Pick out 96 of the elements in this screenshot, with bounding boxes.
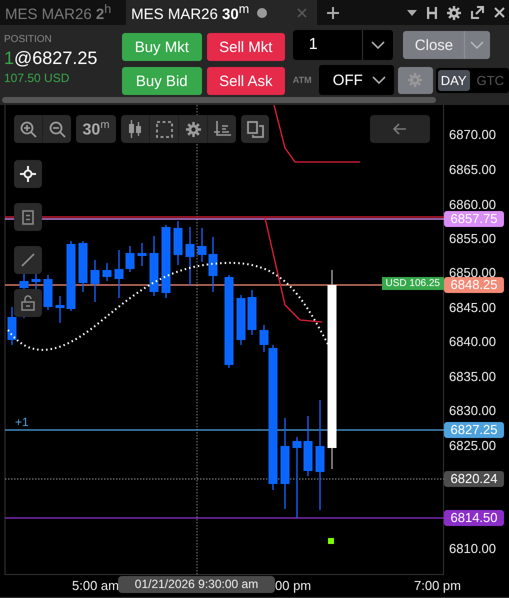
arrow-left-icon bbox=[393, 123, 407, 135]
zoom-in-button[interactable] bbox=[14, 115, 42, 143]
time-axis-label: 5:00 am bbox=[72, 578, 119, 593]
h-icon[interactable] bbox=[427, 6, 437, 18]
crosshair-icon bbox=[20, 166, 36, 182]
order-button[interactable]: Buy Mkt bbox=[122, 33, 202, 61]
candlestick bbox=[32, 273, 40, 290]
close-icon[interactable] bbox=[494, 7, 505, 18]
price-axis-label: 6870.00 bbox=[449, 127, 496, 143]
crosshair-time-tooltip: 01/21/2026 9:30:00 am bbox=[118, 576, 275, 593]
time-axis-label: 7:00 pm bbox=[414, 578, 461, 593]
chevron-down-icon bbox=[372, 76, 386, 84]
candlestick bbox=[208, 237, 218, 292]
candlestick bbox=[8, 307, 16, 345]
candlestick bbox=[90, 260, 100, 302]
price-axis-label: 6840.00 bbox=[449, 334, 496, 350]
chevron-down-icon bbox=[370, 41, 385, 49]
price-tag: 6857.75 bbox=[444, 211, 504, 227]
scrollbar[interactable] bbox=[2, 97, 436, 103]
price-axis-label: 6830.00 bbox=[449, 403, 496, 419]
zoom-out-button[interactable] bbox=[43, 115, 71, 143]
price-tag: 6827.25 bbox=[444, 422, 504, 438]
candlestick bbox=[78, 241, 88, 292]
candlestick bbox=[66, 241, 76, 311]
price-axis-label: 6850.00 bbox=[449, 265, 496, 280]
chevron-down-icon bbox=[470, 41, 484, 49]
zoom-in-icon bbox=[20, 120, 36, 138]
candlestick bbox=[138, 243, 146, 266]
chart-tab[interactable]: MES MAR26 2$^{h}$ bbox=[0, 0, 116, 25]
back-button[interactable] bbox=[370, 115, 430, 143]
atm-label: ATM bbox=[292, 75, 313, 85]
price-axis-label: 6810.00 bbox=[449, 541, 496, 557]
position-pnl: 107.50 USD bbox=[4, 71, 70, 85]
candlestick bbox=[248, 290, 256, 335]
dropdown-icon[interactable] bbox=[407, 10, 417, 16]
order-button[interactable]: Sell Ask bbox=[206, 67, 285, 95]
notes-button[interactable] bbox=[14, 203, 42, 231]
candlestick bbox=[186, 227, 194, 285]
price-axis-label: 6835.00 bbox=[449, 369, 496, 385]
chart-style-button[interactable] bbox=[121, 115, 149, 143]
position-label: POSITION bbox=[4, 34, 53, 45]
document-icon bbox=[22, 210, 34, 224]
position-quantity: 1 bbox=[4, 48, 14, 68]
time-axis-label: 00 pm bbox=[275, 578, 312, 593]
candlestick bbox=[44, 275, 52, 310]
close-position-button[interactable]: Close bbox=[402, 31, 490, 59]
axis-icon bbox=[214, 120, 230, 138]
position-price: @6827.25 bbox=[14, 48, 98, 68]
candlestick bbox=[174, 221, 182, 265]
interval-button[interactable]: 30$^{m}$ bbox=[76, 115, 116, 143]
draw-line-button[interactable] bbox=[14, 246, 42, 274]
settings-icon bbox=[186, 122, 200, 136]
position-marker: +1 bbox=[15, 415, 29, 429]
expand-icon[interactable] bbox=[471, 6, 484, 19]
atm-dropdown[interactable]: OFF bbox=[318, 65, 394, 95]
order-button[interactable]: Sell Mkt bbox=[206, 33, 285, 61]
price-axis-label: 6860.00 bbox=[449, 197, 496, 213]
price-axis-label: 6825.00 bbox=[449, 438, 496, 454]
indicators-button[interactable] bbox=[208, 115, 236, 143]
pnl-tag: USD 106.25 bbox=[382, 277, 444, 290]
candlestick bbox=[150, 236, 158, 296]
dashed-square-icon bbox=[156, 120, 172, 138]
status-dot-icon bbox=[257, 8, 268, 18]
candlestick bbox=[114, 250, 124, 298]
signal-marker bbox=[328, 538, 334, 544]
candlestick bbox=[236, 295, 246, 345]
lock-button[interactable] bbox=[14, 289, 42, 317]
selection-button[interactable] bbox=[150, 115, 178, 143]
settings-icon bbox=[408, 73, 422, 87]
price-tag: 6820.24 bbox=[444, 471, 504, 487]
candlestick bbox=[198, 228, 206, 262]
add-tab-icon[interactable] bbox=[327, 6, 340, 18]
crosshair-button[interactable] bbox=[14, 160, 42, 188]
candlestick bbox=[126, 246, 134, 272]
diagonal-line-icon bbox=[21, 253, 35, 267]
candlestick-icon bbox=[128, 120, 142, 138]
overlapping-squares-icon bbox=[246, 120, 264, 138]
candlestick bbox=[56, 296, 64, 323]
price-tag: 6814.50 bbox=[444, 510, 504, 526]
price-axis-label: 6845.00 bbox=[449, 300, 496, 316]
chart-tab[interactable]: MES MAR26 30$^{m}$ bbox=[126, 0, 318, 25]
settings-icon[interactable] bbox=[447, 6, 461, 20]
zoom-out-icon bbox=[48, 120, 66, 138]
unlocked-padlock-icon bbox=[21, 295, 35, 311]
price-axis-label: 6855.00 bbox=[449, 231, 496, 247]
price-tag: 6848.25 bbox=[444, 277, 504, 293]
quantity-field[interactable]: 1 bbox=[292, 30, 393, 60]
atm-settings-button[interactable] bbox=[398, 66, 433, 94]
price-axis-label: 6865.00 bbox=[449, 162, 496, 178]
time-in-force-option[interactable]: GTC bbox=[474, 70, 507, 90]
time-in-force-option[interactable]: DAY bbox=[438, 70, 470, 90]
candlestick bbox=[304, 416, 312, 476]
layout-button[interactable] bbox=[241, 115, 269, 143]
candlestick bbox=[102, 263, 112, 281]
chart-settings-button[interactable] bbox=[179, 115, 207, 143]
order-button[interactable]: Buy Bid bbox=[122, 67, 202, 95]
